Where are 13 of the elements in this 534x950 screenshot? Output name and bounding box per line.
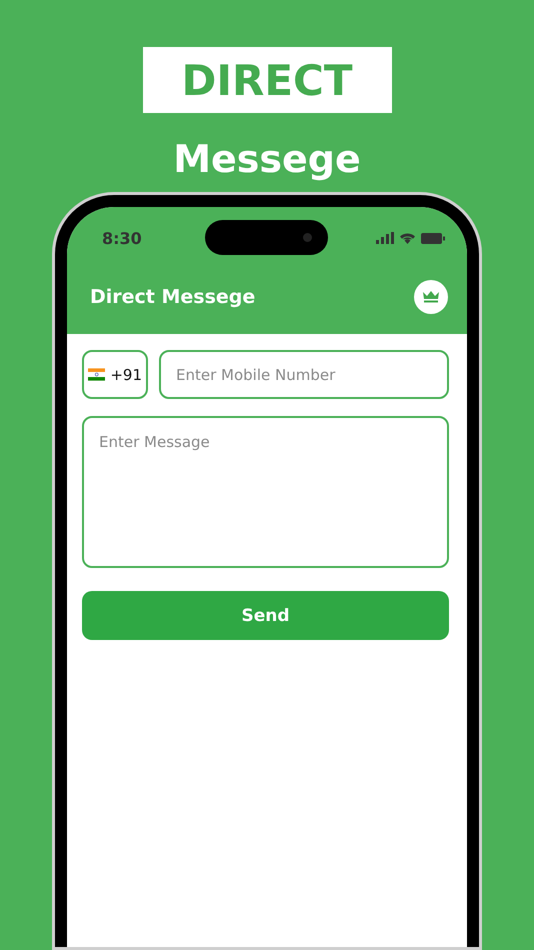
title-banner: DIRECT bbox=[142, 47, 392, 114]
flag-icon bbox=[88, 366, 106, 384]
crown-icon bbox=[423, 290, 439, 303]
subtitle: Messege bbox=[173, 136, 361, 184]
signal-icon bbox=[376, 232, 394, 244]
premium-button[interactable] bbox=[414, 280, 448, 314]
battery-icon bbox=[421, 232, 445, 244]
message-field[interactable]: Enter Message bbox=[82, 416, 449, 568]
wifi-icon bbox=[399, 232, 416, 244]
status-time: 8:30 bbox=[102, 228, 142, 248]
country-code-button[interactable]: +91 bbox=[82, 350, 148, 400]
mobile-number-field[interactable]: Enter Mobile Number bbox=[159, 350, 449, 400]
app-title: Direct Messege bbox=[90, 286, 256, 308]
